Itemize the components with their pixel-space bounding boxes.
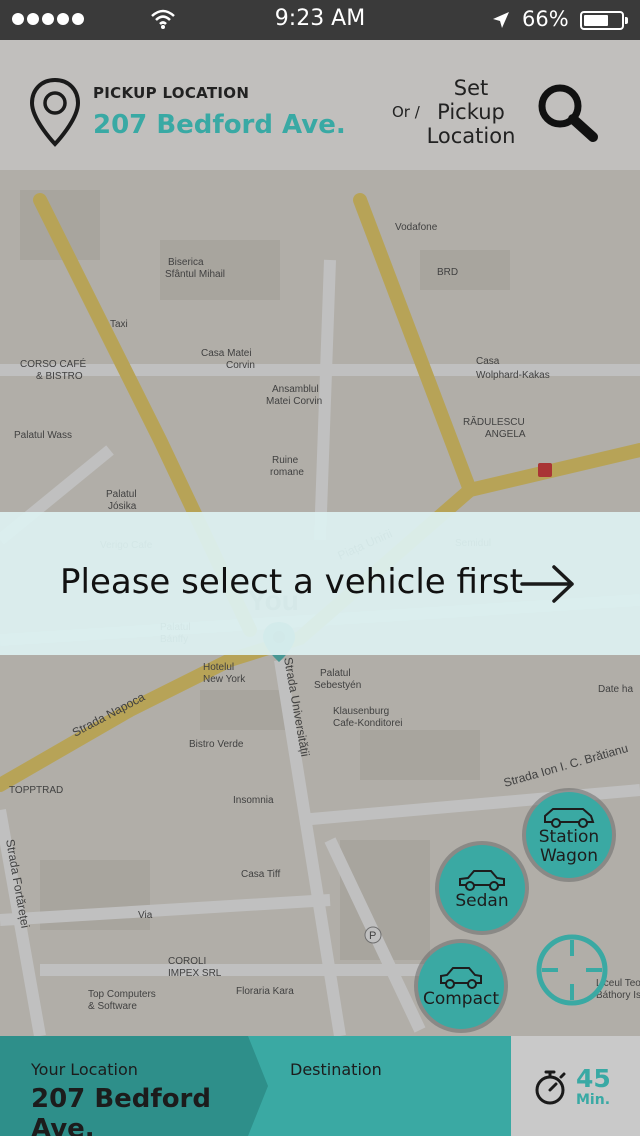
bottom-bar: Your Location 207 Bedford Ave. Destinati…	[0, 1036, 640, 1136]
compact-button[interactable]: Compact	[418, 943, 504, 1029]
svg-text:Ansamblul: Ansamblul	[272, 384, 319, 395]
station-wagon-label: Station Wagon	[538, 827, 600, 866]
svg-text:Wolphard-Kakas: Wolphard-Kakas	[476, 370, 550, 381]
svg-text:Casa Tiff: Casa Tiff	[241, 869, 280, 880]
eta-value: 45	[576, 1064, 611, 1093]
set-pickup-line-1: Set	[453, 76, 489, 100]
svg-text:Palatul Wass: Palatul Wass	[14, 430, 72, 441]
svg-text:Top Computers: Top Computers	[88, 989, 156, 1000]
search-icon[interactable]	[535, 82, 599, 142]
locate-me-icon[interactable]	[534, 932, 610, 1008]
set-pickup-line-2: Pickup	[437, 100, 505, 124]
svg-text:Biserica: Biserica	[168, 257, 204, 268]
location-services-icon	[493, 12, 509, 28]
sedan-label: Sedan	[455, 890, 509, 911]
arrow-right-icon[interactable]	[520, 564, 576, 604]
svg-text:TOPPTRAD: TOPPTRAD	[9, 785, 63, 796]
svg-text:P: P	[369, 930, 376, 942]
svg-text:New York: New York	[203, 674, 246, 685]
battery-icon	[580, 11, 628, 30]
destination-field[interactable]: Destination	[290, 1060, 382, 1079]
compact-car-icon	[440, 966, 482, 989]
svg-text:Palatul: Palatul	[320, 668, 351, 679]
or-separator: Or /	[392, 103, 420, 121]
svg-text:Hotelul: Hotelul	[203, 662, 234, 673]
battery-percent: 66%	[522, 7, 569, 31]
set-pickup-line-3: Location	[426, 124, 516, 148]
svg-text:Matei Corvin: Matei Corvin	[266, 396, 322, 407]
set-pickup-location-link[interactable]: Set Pickup Location	[422, 76, 520, 148]
svg-text:Casa: Casa	[476, 356, 500, 367]
svg-text:Floraria Kara: Floraria Kara	[236, 986, 294, 997]
svg-text:romane: romane	[270, 467, 304, 478]
svg-text:IMPEX SRL: IMPEX SRL	[168, 968, 222, 979]
svg-text:Cafe-Konditorei: Cafe-Konditorei	[333, 718, 402, 729]
banner-message: Please select a vehicle first	[60, 562, 523, 602]
svg-text:& Software: & Software	[88, 1001, 137, 1012]
svg-text:Bistro Verde: Bistro Verde	[189, 739, 244, 750]
svg-text:Jósika: Jósika	[108, 501, 137, 512]
svg-text:Corvin: Corvin	[226, 360, 255, 371]
svg-text:Casa Matei: Casa Matei	[201, 348, 252, 359]
svg-text:RĂDULESCU: RĂDULESCU	[463, 415, 525, 428]
svg-text:Ruine: Ruine	[272, 455, 299, 466]
svg-text:BRD: BRD	[437, 267, 458, 278]
select-vehicle-banner[interactable]: Please select a vehicle first	[0, 512, 640, 655]
svg-text:Sebestyén: Sebestyén	[314, 680, 361, 691]
status-bar: 9:23 AM 66%	[0, 0, 640, 40]
station-wagon-button[interactable]: Station Wagon	[526, 792, 612, 878]
svg-text:Sfântul Mihail: Sfântul Mihail	[165, 269, 225, 280]
compact-label: Compact	[422, 988, 500, 1009]
svg-text:Insomnia: Insomnia	[233, 795, 274, 806]
eta-panel: 45 Min.	[511, 1036, 640, 1136]
svg-text:ANGELA: ANGELA	[485, 429, 526, 440]
svg-text:Palatul: Palatul	[106, 489, 137, 500]
stopwatch-icon	[535, 1070, 566, 1105]
your-location-value: 207 Bedford Ave.	[31, 1084, 211, 1136]
svg-text:Klausenburg: Klausenburg	[333, 706, 389, 717]
svg-text:Vodafone: Vodafone	[395, 222, 438, 233]
pickup-location-label: PICKUP LOCATION	[93, 84, 250, 102]
pickup-address[interactable]: 207 Bedford Ave.	[93, 110, 346, 140]
eta-unit: Min.	[576, 1092, 611, 1108]
svg-text:COROLI: COROLI	[168, 956, 206, 967]
sedan-icon	[459, 869, 505, 891]
station-wagon-icon	[544, 808, 595, 828]
svg-text:& BISTRO: & BISTRO	[36, 371, 83, 382]
svg-text:Taxi: Taxi	[110, 319, 128, 330]
location-pin-icon	[29, 77, 81, 147]
sedan-button[interactable]: Sedan	[439, 845, 525, 931]
your-location-label: Your Location	[31, 1060, 138, 1079]
your-location-panel[interactable]: Your Location 207 Bedford Ave.	[0, 1036, 268, 1136]
svg-text:Via: Via	[138, 910, 153, 921]
svg-text:Date ha: Date ha	[598, 684, 633, 695]
svg-text:CORSO CAFÉ: CORSO CAFÉ	[20, 357, 86, 370]
